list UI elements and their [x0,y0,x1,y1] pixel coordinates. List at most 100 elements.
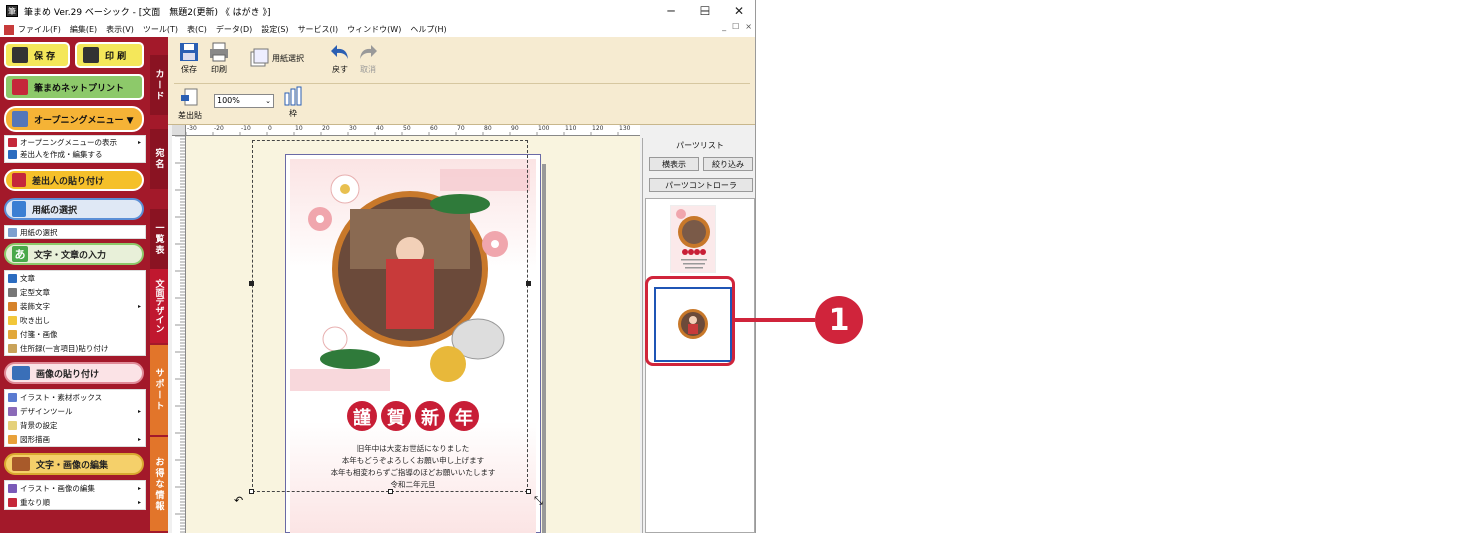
menu-window[interactable]: ウィンドウ(W) [347,24,401,35]
paper-select-section[interactable]: 用紙の選択 [4,198,144,220]
ruler-label: 20 [322,125,330,132]
rotate-icon[interactable]: ↶ [234,494,243,507]
list-item[interactable]: 重なり順 ▸ [5,495,145,509]
selection-frame[interactable] [252,140,528,492]
resize-diagonal-icon[interactable]: ⤡ [534,494,543,508]
resize-handle[interactable] [388,489,393,494]
card-icon [8,149,17,159]
resize-handle[interactable] [526,489,531,494]
paper-icon [12,201,26,217]
ruler-label: 80 [484,125,492,132]
resize-handle[interactable] [526,281,531,286]
zoom-select[interactable]: 100% ⌄ [214,94,274,108]
save-button[interactable]: 保 存 [4,42,70,68]
ruler-label: 120 [592,125,604,132]
undo-button[interactable]: 戻す [329,41,351,75]
menu-tools[interactable]: ツール(T) [143,24,178,35]
list-item[interactable]: イラスト・画像の編集 ▸ [5,481,145,495]
tab-design[interactable]: 文面デザイン [150,269,168,343]
list-item[interactable]: 背景の設定 [5,418,145,432]
list-item[interactable]: 用紙の選択 [5,226,145,238]
tab-deals[interactable]: お得な情報 [150,437,168,531]
menu-help[interactable]: ヘルプ(H) [410,24,446,35]
menu-table[interactable]: 表(C) [187,24,207,35]
mdi-minimize-button[interactable]: _ [722,22,726,31]
filter-button[interactable]: 絞り込み [703,157,753,171]
document-icon [4,24,14,35]
tab-address[interactable]: 宛名 [150,129,168,189]
ruler-label: 10 [295,125,303,132]
close-button[interactable]: ✕ [722,0,755,22]
image-list: イラスト・素材ボックス デザインツール ▸ 背景の設定 図形描画 ▸ [4,389,146,447]
app-window: 筆 筆まめ Ver.29 ベーシック - [文面 無題2(更新) 《 はがき 》… [0,0,756,533]
opening-menu-button[interactable]: オープニングメニュー ▼ [4,106,144,132]
ruler-label: 130 [619,125,631,132]
sender-paste-tool[interactable]: 差出貼 [178,87,202,121]
toolbar-paper-button[interactable]: 用紙選択 [248,47,304,70]
tab-list[interactable]: 一覧表 [150,209,168,269]
image-paste-section[interactable]: 画像の貼り付け [4,362,144,384]
toolbar-save-button[interactable]: 保存 [178,41,200,75]
menu-edit[interactable]: 編集(E) [70,24,97,35]
edit-list: イラスト・画像の編集 ▸ 重なり順 ▸ [4,480,146,510]
hiragana-a-icon: あ [12,246,28,262]
address-icon [8,343,17,353]
printer-icon [210,42,228,62]
window-title: 筆まめ Ver.29 ベーシック - [文面 無題2(更新) 《 はがき 》] [24,7,271,18]
ruler-label: -30 [187,125,197,132]
frame-button[interactable]: 枠 [282,85,304,119]
list-item[interactable]: デザインツール ▸ [5,404,145,418]
menu-view[interactable]: 表示(V) [106,24,134,35]
text-input-section[interactable]: あ 文字・文章の入力 [4,243,144,265]
truck-icon [12,79,28,95]
sender-stamp-icon [181,88,198,106]
design-tool-icon [8,406,17,416]
menu-file[interactable]: ファイル(F) [18,24,61,35]
list-item[interactable]: 付箋・画像 [5,327,145,341]
horizontal-view-button[interactable]: 横表示 [649,157,699,171]
mdi-restore-button[interactable]: ☐ [732,22,739,31]
ruler-label: 30 [349,125,357,132]
menu-service[interactable]: サービス(I) [298,24,339,35]
ruler-label: 50 [403,125,411,132]
toolbar-divider [174,83,750,84]
tab-support[interactable]: サポート [150,345,168,435]
print-button[interactable]: 印 刷 [75,42,144,68]
toolbar-print-button[interactable]: 印刷 [208,41,230,75]
tab-card[interactable]: カード [150,55,168,115]
mode-tab-strip: カード 宛名 一覧表 文面デザイン サポート お得な情報 [150,37,168,533]
list-item[interactable]: 住所録(一言項目)貼り付け [5,341,145,355]
ruler-label: 70 [457,125,465,132]
mdi-close-button[interactable]: × [745,22,752,31]
frame-icon [284,86,302,106]
list-item[interactable]: 装飾文字 ▸ [5,299,145,313]
part-thumbnail[interactable] [670,205,716,273]
menu-data[interactable]: データ(D) [216,24,252,35]
paper-stack-icon [250,48,269,67]
resize-handle[interactable] [249,281,254,286]
menu-settings[interactable]: 設定(S) [261,24,288,35]
list-item[interactable]: 吹き出し [5,313,145,327]
list-item[interactable]: 文章 [5,271,145,285]
netprint-button[interactable]: 筆まめネットプリント [4,74,144,100]
parts-controller-button[interactable]: パーツコントローラ [649,178,753,192]
redo-button[interactable]: 取消 [357,41,379,75]
title-bar: 筆 筆まめ Ver.29 ベーシック - [文面 無題2(更新) 《 はがき 》… [0,0,755,22]
list-item[interactable]: 図形描画 ▸ [5,432,145,446]
template-icon [8,287,17,297]
list-item[interactable]: イラスト・素材ボックス [5,390,145,404]
maximize-button[interactable]: ☐ [688,0,722,22]
design-canvas[interactable]: 謹 賀 新 年 旧年中は大変お世話になりました 本年もどうぞよろしくお願い申し上… [186,136,640,533]
list-item[interactable]: 差出人を作成・編集する [5,148,145,160]
minimize-button-2[interactable]: ─ [654,0,688,22]
ruler-corner [172,125,186,136]
image-icon [12,366,30,380]
list-item[interactable]: 定型文章 [5,285,145,299]
list-item[interactable]: オープニングメニューの表示 ▸ [5,136,145,148]
sender-paste-button[interactable]: 差出人の貼り付け [4,169,144,191]
window-icon [8,137,17,147]
image-edit-icon [8,483,17,493]
ruler-labels: -30 -20 -10 0 10 20 30 40 50 60 70 80 90 100 110 120 130… [186,125,640,133]
edit-section[interactable]: 文字・画像の編集 [4,453,144,475]
resize-handle[interactable] [249,489,254,494]
